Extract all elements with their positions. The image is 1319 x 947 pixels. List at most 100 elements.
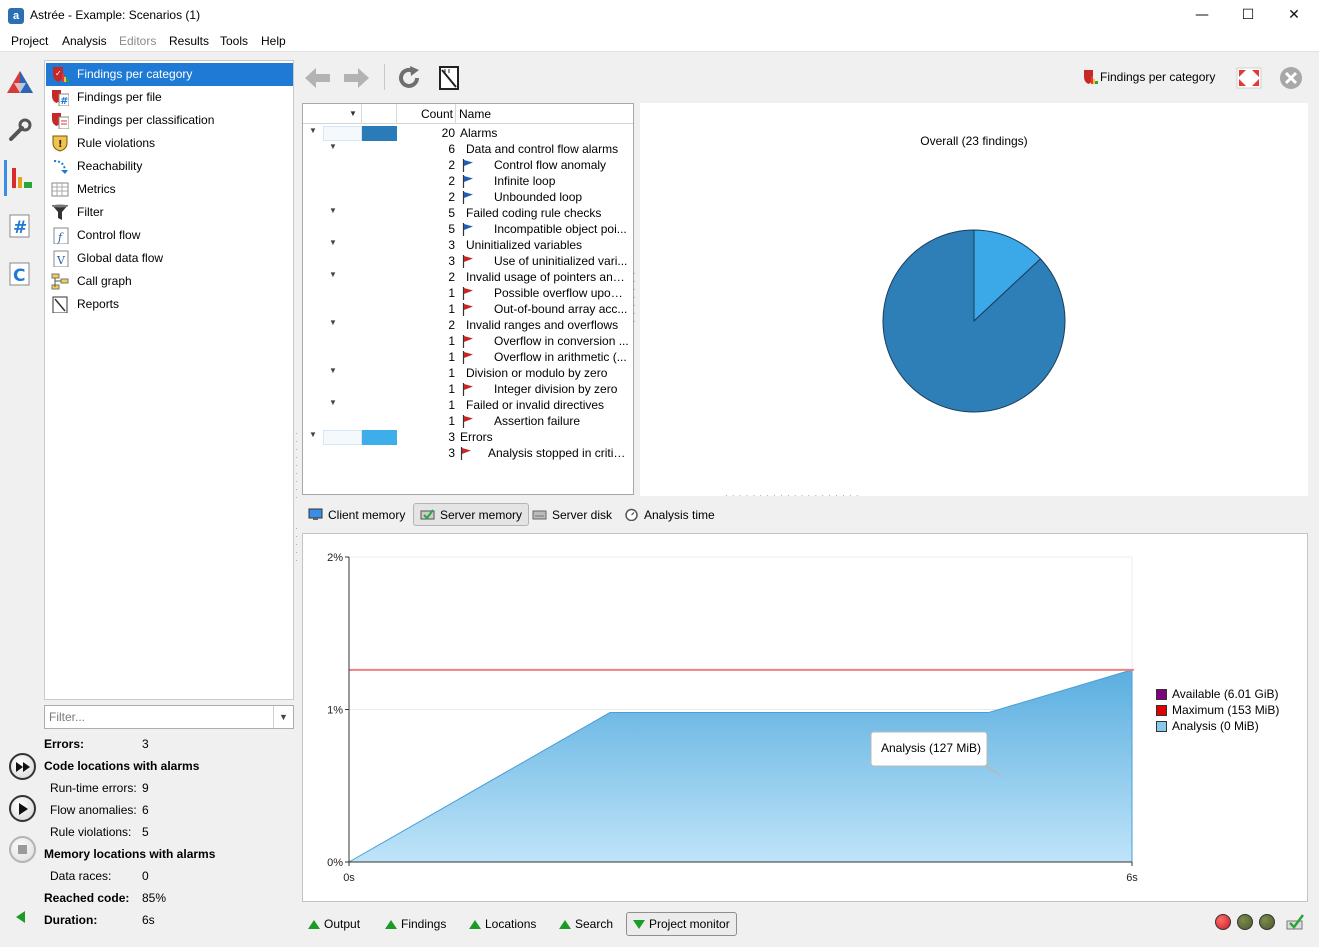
tree-row[interactable]: 2 Unbounded loop <box>303 189 633 205</box>
legend-swatch <box>1156 704 1167 716</box>
view-item-reports[interactable]: Reports <box>46 293 293 316</box>
tab-locations[interactable]: Locations <box>463 912 542 936</box>
tab-search[interactable]: Search <box>553 912 619 936</box>
chevron-down-icon[interactable]: ▼ <box>329 238 337 247</box>
view-item-findings-per-category[interactable]: ✓ Findings per category <box>46 63 293 86</box>
analysis-memory-area[interactable] <box>347 669 1133 863</box>
menu-project[interactable]: Project <box>11 34 48 48</box>
activity-sources[interactable]: # <box>4 208 36 244</box>
tab-project-monitor[interactable]: Project monitor <box>626 912 737 936</box>
tree-row[interactable]: ▼ 20 Alarms <box>303 125 633 141</box>
activity-results[interactable] <box>4 160 36 196</box>
forward-button[interactable] <box>342 64 370 92</box>
view-item-findings-per-classification[interactable]: Findings per classification <box>46 109 293 132</box>
tab-analysis-time[interactable]: Analysis time <box>618 503 721 526</box>
pie-chart <box>882 229 1066 413</box>
menu-help[interactable]: Help <box>261 34 286 48</box>
chevron-down-icon[interactable]: ▼ <box>329 398 337 407</box>
triangle-up-icon <box>308 919 320 929</box>
chevron-down-icon[interactable]: ▼ <box>309 126 317 135</box>
tree-row[interactable]: ▼ 3 Errors <box>303 429 633 445</box>
maximize-button[interactable]: ☐ <box>1225 0 1271 31</box>
tree-header-expand[interactable]: ▼ <box>303 104 362 124</box>
view-item-rule-violations[interactable]: ! Rule violations <box>46 132 293 155</box>
chevron-down-icon[interactable]: ▼ <box>329 366 337 375</box>
menu-results[interactable]: Results <box>169 34 209 48</box>
activity-configuration[interactable] <box>4 112 36 148</box>
tree-row[interactable]: ▼ 1 Division or modulo by zero <box>303 365 633 381</box>
tree-row[interactable]: 1 Overflow in conversion ... <box>303 333 633 349</box>
tab-server-memory[interactable]: Server memory <box>413 503 530 526</box>
menu-analysis[interactable]: Analysis <box>62 34 107 48</box>
tab-client-memory[interactable]: Client memory <box>302 503 411 526</box>
tree-row[interactable]: ▼ 5 Failed coding rule checks <box>303 205 633 221</box>
server-disk-icon <box>532 510 547 520</box>
left-splitter-handle[interactable]: · · · · · · · · · <box>295 430 301 502</box>
close-button[interactable]: ✕ <box>1271 0 1317 31</box>
tree-row[interactable]: ▼ 2 Invalid ranges and overflows <box>303 317 633 333</box>
tree-row-name: Failed or invalid directives <box>466 398 605 412</box>
menu-editors[interactable]: Editors <box>119 34 156 48</box>
tree-row[interactable]: ▼ 1 Failed or invalid directives <box>303 397 633 413</box>
tree-row-count: 5 <box>448 222 455 236</box>
memory-locations-label: Memory locations with alarms <box>44 847 216 861</box>
view-item-call-graph[interactable]: Call graph <box>46 270 293 293</box>
back-button[interactable] <box>304 64 332 92</box>
activity-c-files[interactable]: C <box>4 256 36 292</box>
stop-button[interactable] <box>9 836 36 863</box>
minimize-button[interactable]: — <box>1179 0 1225 31</box>
fullscreen-button[interactable] <box>1235 64 1263 92</box>
chevron-down-icon[interactable]: ▼ <box>309 430 317 439</box>
view-item-control-flow[interactable]: f Control flow <box>46 224 293 247</box>
reached-code-label: Reached code: <box>44 891 130 905</box>
play-icon <box>18 802 28 815</box>
tree-row[interactable]: 1 Overflow in arithmetic (... <box>303 349 633 365</box>
view-item-label: Rule violations <box>77 136 156 150</box>
tree-row[interactable]: ▼ 6 Data and control flow alarms <box>303 141 633 157</box>
refresh-button[interactable] <box>395 64 423 92</box>
menu-tools[interactable]: Tools <box>220 34 248 48</box>
tab-output[interactable]: Output <box>302 912 366 936</box>
tree-row[interactable]: 2 Infinite loop <box>303 173 633 189</box>
left-splitter-handle-lower[interactable]: · · · · · <box>295 525 301 565</box>
filter-combobox[interactable]: ▼ <box>44 705 294 729</box>
report-button[interactable] <box>435 64 463 92</box>
fast-forward-button[interactable] <box>9 753 36 780</box>
view-item-reachability[interactable]: Reachability <box>46 155 293 178</box>
filter-input[interactable] <box>45 706 273 728</box>
chevron-down-icon[interactable]: ▼ <box>329 206 337 215</box>
triangle-up-icon <box>559 919 571 929</box>
tree-row[interactable]: 3 Use of uninitialized vari... <box>303 253 633 269</box>
view-item-filter[interactable]: Filter <box>46 201 293 224</box>
collapse-panel-icon[interactable] <box>16 911 26 923</box>
chevron-down-icon[interactable]: ▼ <box>273 706 293 728</box>
tree-row[interactable]: 1 Assertion failure <box>303 413 633 429</box>
connection-status-icon[interactable] <box>1284 911 1306 933</box>
horizontal-splitter-handle[interactable]: · · · · · · · · · · · · · · · · · · · · <box>725 491 860 500</box>
vertical-splitter-handle[interactable]: · · · · · · · <box>633 270 639 326</box>
red-flag-icon <box>460 447 472 460</box>
tree-row[interactable]: 1 Out-of-bound array acc... <box>303 301 633 317</box>
tab-server-disk[interactable]: Server disk <box>526 503 618 526</box>
activity-overview[interactable] <box>4 64 36 100</box>
tree-header-count[interactable]: Count <box>397 104 456 124</box>
tree-row[interactable]: 1 Possible overflow upon ... <box>303 285 633 301</box>
tree-row[interactable]: 3 Analysis stopped in critic... <box>303 445 633 461</box>
tree-header-bar[interactable] <box>362 104 397 124</box>
tree-row[interactable]: ▼ 3 Uninitialized variables <box>303 237 633 253</box>
chevron-down-icon[interactable]: ▼ <box>329 142 337 151</box>
close-view-button[interactable] <box>1277 64 1305 92</box>
chevron-down-icon[interactable]: ▼ <box>329 318 337 327</box>
chevron-down-icon[interactable]: ▼ <box>329 270 337 279</box>
play-button[interactable] <box>9 795 36 822</box>
tree-row[interactable]: 1 Integer division by zero <box>303 381 633 397</box>
tree-row[interactable]: ▼ 2 Invalid usage of pointers and ... <box>303 269 633 285</box>
view-item-metrics[interactable]: Metrics <box>46 178 293 201</box>
view-item-findings-per-file[interactable]: # Findings per file <box>46 86 293 109</box>
tab-findings[interactable]: Findings <box>379 912 452 936</box>
tree-row[interactable]: 2 Control flow anomaly <box>303 157 633 173</box>
view-item-global-data-flow[interactable]: V Global data flow <box>46 247 293 270</box>
tree-row-count: 3 <box>448 446 455 460</box>
tree-row[interactable]: 5 Incompatible object poi... <box>303 221 633 237</box>
tree-header-name[interactable]: Name <box>456 104 633 124</box>
